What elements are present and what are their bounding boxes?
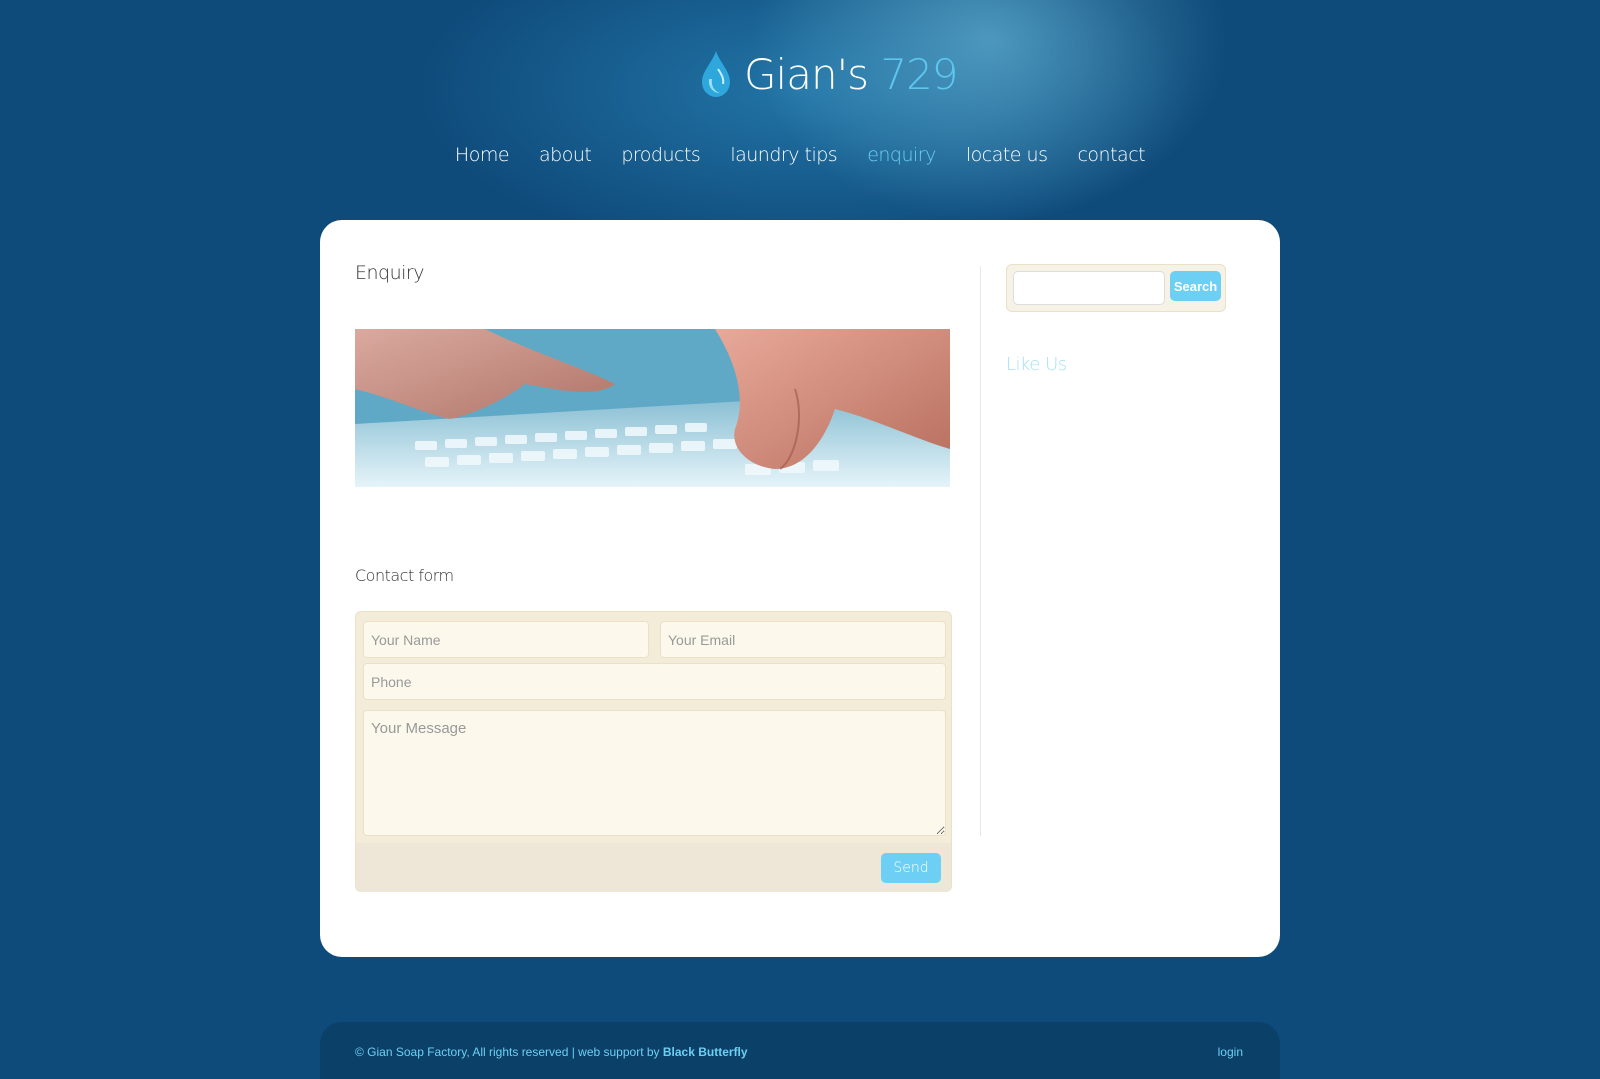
phone-field[interactable] — [363, 663, 946, 700]
copyright-text: © Gian Soap Factory, All rights reserved… — [355, 1045, 663, 1059]
nav-contact[interactable]: contact — [1077, 144, 1145, 166]
nav-laundry-tips[interactable]: laundry tips — [730, 144, 837, 166]
hero-image-keyboard — [355, 329, 950, 487]
send-button[interactable]: Send — [881, 853, 941, 883]
search-button[interactable]: Search — [1170, 271, 1221, 301]
logo-name: Gian's — [744, 49, 869, 99]
message-field[interactable] — [363, 710, 946, 836]
like-us-title: Like Us — [1006, 354, 1067, 375]
form-footer: Send — [356, 843, 951, 892]
logo-text: Gian's 729 — [744, 49, 959, 99]
site-logo[interactable]: Gian's 729 — [698, 44, 959, 104]
nav-about[interactable]: about — [539, 144, 592, 166]
nav-home[interactable]: Home — [455, 144, 510, 166]
logo-number: 729 — [880, 49, 958, 99]
search-widget: Search — [1006, 264, 1226, 312]
contact-form-title: Contact form — [355, 566, 454, 585]
search-input[interactable] — [1013, 271, 1165, 305]
content-card: Enquiry Contact form Your Name Your Emai… — [320, 220, 1280, 957]
water-drop-icon — [702, 51, 730, 97]
site-footer: © Gian Soap Factory, All rights reserved… — [320, 1022, 1280, 1079]
column-divider — [980, 266, 981, 836]
nav-products[interactable]: products — [621, 144, 700, 166]
login-link[interactable]: login — [1218, 1045, 1243, 1059]
email-field[interactable] — [660, 621, 946, 658]
nav-enquiry[interactable]: enquiry — [867, 144, 936, 166]
name-field[interactable] — [363, 621, 649, 658]
page-title: Enquiry — [355, 262, 424, 284]
nav-locate-us[interactable]: locate us — [966, 144, 1048, 166]
footer-copyright: © Gian Soap Factory, All rights reserved… — [355, 1045, 748, 1059]
credit-link[interactable]: Black Butterfly — [663, 1045, 748, 1059]
keyboard-hands-illustration — [355, 329, 950, 487]
main-nav: Home about products laundry tips enquiry… — [0, 144, 1600, 166]
contact-form: Send — [355, 611, 952, 892]
